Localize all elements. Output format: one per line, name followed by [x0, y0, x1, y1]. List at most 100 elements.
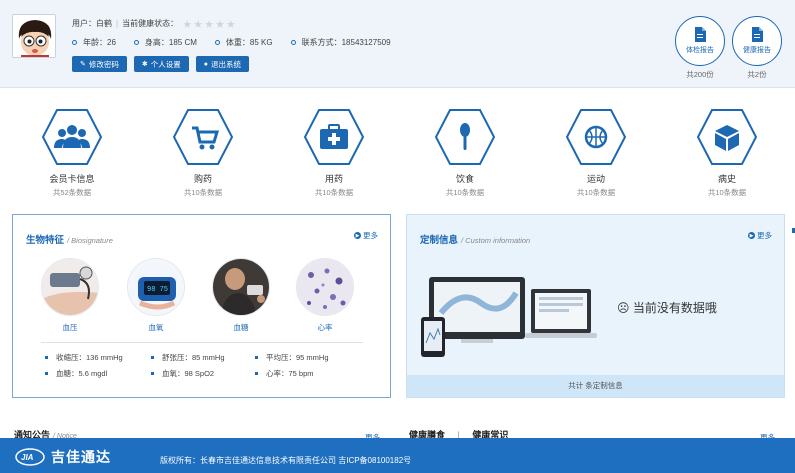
- logout-button[interactable]: ● 退出系统: [195, 56, 249, 72]
- star-icon: ★: [193, 19, 204, 31]
- bullet-icon: [151, 356, 154, 359]
- play-icon: ▶: [748, 232, 755, 239]
- category-count: 共10条数据: [707, 188, 747, 197]
- copyright: 版权所有：长春市吉佳通达信息技术有限责任公司 吉ICP备08100182号: [160, 456, 412, 465]
- bullet-icon: [214, 40, 220, 45]
- blood-oxygen-image: 98 75: [127, 258, 185, 316]
- basketball-icon: [565, 109, 627, 165]
- stat-value: 18543127509: [341, 38, 391, 47]
- category-name: 会员卡信息: [49, 174, 95, 184]
- bio-label: 血氧: [148, 323, 164, 332]
- logout-icon: ●: [203, 60, 208, 68]
- site-footer: JIA 吉佳通达 版权所有：长春市吉佳通达信息技术有限责任公司 吉ICP备081…: [0, 438, 795, 473]
- document-icon: [752, 27, 763, 42]
- category-medical-history[interactable]: 病史 共10条数据: [692, 108, 762, 198]
- bio-blood-pressure[interactable]: 血压: [40, 258, 100, 333]
- medkit-icon: [303, 109, 365, 165]
- bio-label: 心率: [317, 323, 333, 332]
- category-diet[interactable]: 饮食 共10条数据: [430, 108, 500, 198]
- category-count: 共10条数据: [445, 188, 485, 197]
- more-link[interactable]: ▶ 更多: [748, 230, 772, 241]
- empty-message: ☹ 当前没有数据哦: [617, 301, 717, 315]
- star-icon: ★: [214, 19, 225, 31]
- bullet-icon: [133, 40, 139, 45]
- divider: [41, 342, 363, 343]
- more-link[interactable]: ▶ 更多: [354, 230, 378, 241]
- personal-settings-button[interactable]: ✱ 个人设置: [133, 56, 189, 72]
- category-row: 会员卡信息 共52条数据 购药 共10条数据 用药 共10条数据 饮食 共10条…: [0, 108, 795, 203]
- user-name: 白鹤: [96, 19, 112, 28]
- custom-info-footer: 共计 条定制信息: [407, 375, 784, 397]
- report-count: 共2份: [747, 70, 767, 79]
- cart-icon: [172, 109, 234, 165]
- separator: |: [116, 19, 119, 28]
- category-name: 购药: [193, 174, 212, 184]
- stat-label: 身高：: [144, 38, 169, 47]
- category-member-card[interactable]: 会员卡信息 共52条数据: [37, 108, 107, 198]
- metric-blood-sugar: 血糖： 5.6 mgdl: [45, 368, 107, 379]
- bio-blood-oxygen[interactable]: 98 75 血氧: [126, 258, 186, 333]
- bullet-icon: [72, 40, 77, 45]
- brand-name: 吉佳通达: [51, 449, 111, 465]
- stat-value: 185 CM: [168, 38, 197, 47]
- bio-blood-sugar[interactable]: 血糖: [211, 258, 271, 333]
- category-name: 饮食: [455, 174, 474, 184]
- biosignature-panel: 生物特征 / Biosignature ▶ 更多 血压 98 75 血氧 血糖 心率…: [12, 214, 391, 398]
- footer-brand: JIA 吉佳通达: [15, 447, 111, 467]
- bio-label: 血压: [62, 323, 78, 332]
- metric-systolic: 收缩压： 136 mmHg: [45, 352, 123, 363]
- user-stats: 年龄： 26 身高： 185 CM 体重： 85 KG 联系方式： 1854312750…: [72, 37, 409, 48]
- category-buy-medicine[interactable]: 购药 共10条数据: [168, 108, 238, 198]
- category-exercise[interactable]: 运动 共10条数据: [561, 108, 631, 198]
- panel-title: 定制信息 / Custom information: [420, 235, 531, 246]
- stat-label: 体重：: [225, 38, 250, 47]
- category-count: 共52条数据: [52, 188, 92, 197]
- panel-title: 生物特征 / Biosignature: [26, 235, 113, 246]
- change-password-button[interactable]: ✎ 修改密码: [72, 56, 127, 72]
- bullet-icon: [255, 372, 258, 375]
- report-circle[interactable]: 健康报告: [732, 16, 782, 66]
- document-icon: [695, 27, 706, 42]
- cube-icon: [696, 109, 758, 165]
- metric-heart-rate: 心率： 75 bpm: [255, 368, 314, 379]
- star-icon: ★: [204, 19, 214, 31]
- users-icon: [41, 109, 103, 165]
- edit-icon: ✎: [80, 61, 86, 68]
- bullet-icon: [45, 356, 48, 359]
- blood-pressure-image: [41, 258, 99, 316]
- bullet-icon: [290, 40, 296, 45]
- spoon-icon: [434, 109, 496, 165]
- category-medication[interactable]: 用药 共10条数据: [299, 108, 369, 198]
- health-report[interactable]: 健康报告 共2份: [732, 16, 782, 80]
- button-label: 个人设置: [150, 59, 181, 69]
- user-info-line: 用户：白鹤 | 当前健康状态： ★★★★★: [72, 18, 237, 31]
- bio-heart-rate[interactable]: 心率: [295, 258, 355, 333]
- physical-exam-report[interactable]: 体检报告 共200份: [675, 16, 725, 80]
- avatar[interactable]: [12, 14, 56, 58]
- report-label: 健康报告: [743, 47, 771, 54]
- button-label: 修改密码: [88, 59, 119, 69]
- custom-info-panel: 定制信息 / Custom information ▶ 更多 ☹ 当前没有数据哦 共…: [406, 214, 785, 398]
- stat-value: 85 KG: [249, 38, 273, 47]
- stat-age: 年龄： 26: [72, 37, 116, 48]
- health-rating: ★★★★★: [182, 18, 236, 31]
- stat-height: 身高： 185 CM: [133, 37, 197, 48]
- metric-blood-oxygen: 血氧： 98 SpO2: [151, 368, 214, 379]
- metric-mean-pressure: 平均压： 95 mmHg: [255, 352, 329, 363]
- report-count: 共200份: [686, 70, 714, 79]
- heart-rate-image: [296, 258, 354, 316]
- brand-logo: JIA: [15, 448, 45, 466]
- category-count: 共10条数据: [314, 188, 354, 197]
- star-icon: ★: [182, 19, 193, 31]
- metric-diastolic: 舒张压： 85 mmHg: [151, 352, 225, 363]
- user-header: 用户：白鹤 | 当前健康状态： ★★★★★ 年龄： 26 身高： 185 CM 体重： 8…: [0, 0, 795, 88]
- category-name: 运动: [586, 174, 605, 184]
- gear-icon: ✱: [141, 61, 148, 68]
- category-name: 用药: [324, 174, 343, 184]
- health-status-label: 当前健康状态：: [122, 19, 179, 28]
- play-icon: ▶: [354, 232, 361, 239]
- report-circle[interactable]: 体检报告: [675, 16, 725, 66]
- bullet-icon: [255, 356, 258, 359]
- account-actions: ✎ 修改密码 ✱ 个人设置 ● 退出系统: [72, 56, 256, 72]
- bullet-icon: [45, 372, 48, 375]
